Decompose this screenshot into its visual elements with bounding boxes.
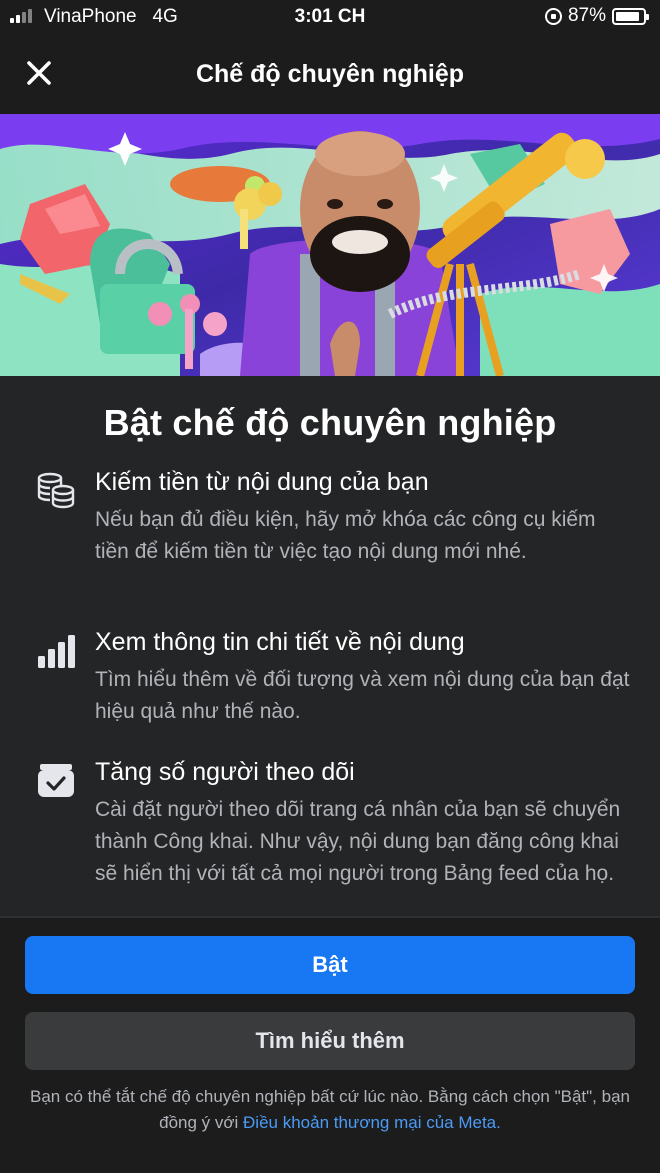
terms-link[interactable]: Điều khoản thương mại của Meta. [243, 1113, 501, 1132]
top-nav: Chế độ chuyên nghiệp [0, 34, 660, 114]
feature-title: Tăng số người theo dõi [95, 758, 355, 786]
close-icon[interactable] [22, 56, 56, 90]
feature-title: Kiếm tiền từ nội dung của bạn [95, 468, 429, 496]
professional-mode-panel: Bật chế độ chuyên nghiệp Kiếm tiền từ nộ… [0, 376, 660, 916]
battery-percent: 87% [567, 5, 606, 26]
battery-icon [612, 7, 649, 25]
coins-stack-icon [37, 472, 75, 509]
section-title: Bật chế độ chuyên nghiệp [103, 402, 557, 443]
enable-button[interactable]: Bật [25, 936, 635, 994]
legal-notice: Bạn có thể tắt chế độ chuyên nghiệp bất … [0, 1084, 660, 1136]
feature-title: Xem thông tin chi tiết về nội dung [95, 628, 465, 656]
feature-description: Nếu bạn đủ điều kiện, hãy mở khóa các cô… [95, 508, 596, 563]
rotation-lock-icon [544, 7, 562, 25]
inbox-check-icon [38, 764, 74, 797]
action-footer: Bật Tìm hiểu thêm Bạn có thể tắt chế độ … [0, 918, 660, 1173]
feature-description: Tìm hiểu thêm về đối tượng và xem nội du… [95, 668, 630, 723]
page-title: Chế độ chuyên nghiệp [195, 59, 465, 88]
bar-chart-icon [38, 635, 75, 668]
status-bar: VinaPhone 4G 3:01 CH 87% [0, 0, 660, 34]
learn-more-button[interactable]: Tìm hiểu thêm [25, 1012, 635, 1070]
feature-description: Cài đặt người theo dõi trang cá nhân của… [95, 798, 621, 885]
hero-illustration [0, 114, 660, 376]
